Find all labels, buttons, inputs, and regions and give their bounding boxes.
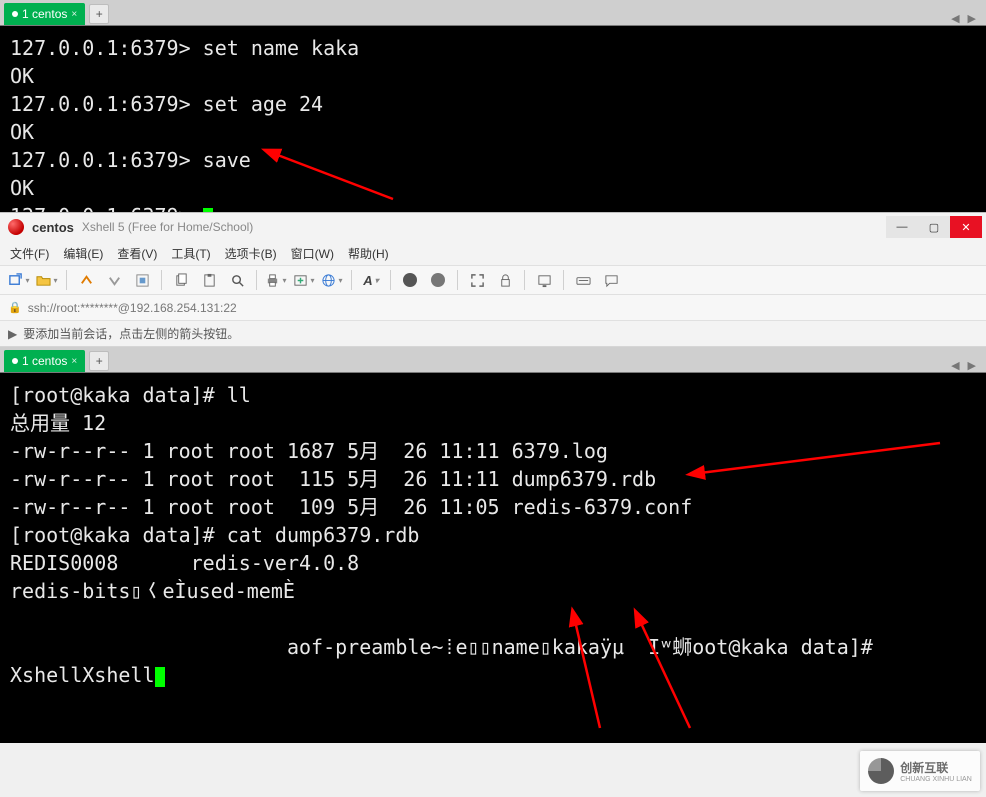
transfer-button[interactable] bbox=[293, 269, 315, 291]
menubar: 文件(F) 编辑(E) 查看(V) 工具(T) 选项卡(B) 窗口(W) 帮助(… bbox=[0, 241, 986, 265]
menu-view[interactable]: 查看(V) bbox=[117, 245, 157, 262]
terminal-top[interactable]: 127.0.0.1:6379> set name kaka OK 127.0.0… bbox=[0, 26, 986, 212]
info-text: 要添加当前会话，点击左侧的箭头按钮。 bbox=[23, 325, 239, 342]
reconnect-button[interactable] bbox=[75, 269, 97, 291]
terminal-bottom[interactable]: [root@kaka data]# ll 总用量 12 -rw-r--r-- 1… bbox=[0, 373, 986, 743]
font-button[interactable]: A bbox=[360, 269, 382, 291]
term-line: 总用量 12 bbox=[10, 411, 106, 435]
new-session-button[interactable] bbox=[8, 269, 30, 291]
toolbar: A bbox=[0, 265, 986, 295]
disconnect-button[interactable] bbox=[103, 269, 125, 291]
menu-window[interactable]: 窗口(W) bbox=[291, 245, 334, 262]
color2-button[interactable] bbox=[427, 269, 449, 291]
term-line: -rw-r--r-- 1 root root 109 5月 26 11:05 r… bbox=[10, 495, 692, 519]
tab-status-dot bbox=[12, 358, 18, 364]
print-button[interactable] bbox=[265, 269, 287, 291]
menu-help[interactable]: 帮助(H) bbox=[348, 245, 389, 262]
info-bar: ▶ 要添加当前会话，点击左侧的箭头按钮。 bbox=[0, 321, 986, 347]
term-line: OK bbox=[10, 64, 34, 88]
new-tab-button-bottom[interactable]: + bbox=[89, 351, 109, 371]
plus-icon: + bbox=[96, 7, 103, 21]
screen-button[interactable] bbox=[533, 269, 555, 291]
maximize-icon: ▢ bbox=[929, 221, 939, 234]
close-button[interactable]: ✕ bbox=[950, 216, 982, 238]
toolbar-sep bbox=[390, 270, 391, 290]
term-line: 127.0.0.1:6379> set name kaka bbox=[10, 36, 359, 60]
tab-label: 1 centos bbox=[22, 7, 67, 21]
term-line: [root@kaka data]# cat dump6379.rdb bbox=[10, 523, 419, 547]
term-line: [root@kaka data]# ll bbox=[10, 383, 251, 407]
keyboard-button[interactable] bbox=[572, 269, 594, 291]
tab-close-icon[interactable]: × bbox=[71, 9, 77, 20]
app-icon bbox=[8, 219, 24, 235]
minimize-icon: — bbox=[897, 221, 908, 233]
find-button[interactable] bbox=[226, 269, 248, 291]
watermark: 创新互联 CHUANG XINHU LIAN bbox=[860, 751, 980, 791]
term-line: 127.0.0.1:6379> save bbox=[10, 148, 251, 172]
close-icon: ✕ bbox=[961, 221, 970, 234]
tab-close-icon[interactable]: × bbox=[71, 356, 77, 367]
lock-icon: 🔒 bbox=[8, 301, 22, 314]
tab-centos-bottom[interactable]: 1 centos × bbox=[4, 350, 85, 372]
term-line: redis-bits▯𡿨eÌused-memÈ bbox=[10, 579, 295, 603]
new-tab-button-top[interactable]: + bbox=[89, 4, 109, 24]
toolbar-sep bbox=[563, 270, 564, 290]
address-text[interactable]: ssh://root:********@192.168.254.131:22 bbox=[28, 301, 978, 315]
tabbar-nav: ◀ ▶ bbox=[951, 12, 986, 25]
nav-right-icon[interactable]: ▶ bbox=[968, 12, 976, 25]
toolbar-sep bbox=[161, 270, 162, 290]
menu-tools[interactable]: 工具(T) bbox=[171, 245, 210, 262]
titlebar[interactable]: centos Xshell 5 (Free for Home/School) —… bbox=[0, 213, 986, 241]
toolbar-sep bbox=[524, 270, 525, 290]
toolbar-sep bbox=[457, 270, 458, 290]
tab-status-dot bbox=[12, 11, 18, 17]
chat-button[interactable] bbox=[600, 269, 622, 291]
minimize-button[interactable]: — bbox=[886, 216, 918, 238]
watermark-logo-icon bbox=[868, 758, 894, 784]
term-line: aof-preamble~⁞e▯▯name▯kakaÿµ Iʷ蛳oot@kaka… bbox=[10, 635, 873, 659]
nav-left-icon[interactable]: ◀ bbox=[951, 359, 959, 372]
cursor-icon bbox=[155, 667, 165, 687]
tabbar-nav: ◀ ▶ bbox=[951, 359, 986, 372]
cursor-icon bbox=[203, 208, 213, 212]
plus-icon: + bbox=[96, 354, 103, 368]
properties-button[interactable] bbox=[131, 269, 153, 291]
tab-centos-top[interactable]: 1 centos × bbox=[4, 3, 85, 25]
menu-tabs[interactable]: 选项卡(B) bbox=[225, 245, 277, 262]
fullscreen-button[interactable] bbox=[466, 269, 488, 291]
open-session-button[interactable] bbox=[36, 269, 58, 291]
toolbar-sep bbox=[66, 270, 67, 290]
term-line: OK bbox=[10, 120, 34, 144]
menu-edit[interactable]: 编辑(E) bbox=[63, 245, 103, 262]
term-line: OK bbox=[10, 176, 34, 200]
copy-button[interactable] bbox=[170, 269, 192, 291]
menu-file[interactable]: 文件(F) bbox=[10, 245, 49, 262]
term-line: REDIS0008 redis-ver4.0.8 bbox=[10, 551, 359, 575]
tabbar-top: 1 centos × + ◀ ▶ bbox=[0, 0, 986, 26]
term-line: 127.0.0.1:6379> bbox=[10, 204, 203, 212]
window-subtitle: Xshell 5 (Free for Home/School) bbox=[82, 220, 253, 234]
maximize-button[interactable]: ▢ bbox=[918, 216, 950, 238]
color1-button[interactable] bbox=[399, 269, 421, 291]
watermark-text: 创新互联 CHUANG XINHU LIAN bbox=[900, 759, 972, 783]
flag-icon[interactable]: ▶ bbox=[8, 327, 17, 341]
term-line: -rw-r--r-- 1 root root 115 5月 26 11:11 d… bbox=[10, 467, 656, 491]
window-title: centos bbox=[32, 220, 74, 235]
tabbar-bottom: 1 centos × + ◀ ▶ bbox=[0, 347, 986, 373]
toolbar-sep bbox=[256, 270, 257, 290]
tab-label: 1 centos bbox=[22, 354, 67, 368]
window-buttons: — ▢ ✕ bbox=[886, 216, 982, 238]
term-line: -rw-r--r-- 1 root root 1687 5月 26 11:11 … bbox=[10, 439, 608, 463]
nav-right-icon[interactable]: ▶ bbox=[968, 359, 976, 372]
term-line: XshellXshell bbox=[10, 663, 155, 687]
toolbar-sep bbox=[351, 270, 352, 290]
term-line: 127.0.0.1:6379> set age 24 bbox=[10, 92, 323, 116]
addressbar: 🔒 ssh://root:********@192.168.254.131:22 bbox=[0, 295, 986, 321]
paste-button[interactable] bbox=[198, 269, 220, 291]
globe-button[interactable] bbox=[321, 269, 343, 291]
nav-left-icon[interactable]: ◀ bbox=[951, 12, 959, 25]
lock-button[interactable] bbox=[494, 269, 516, 291]
xshell-window: centos Xshell 5 (Free for Home/School) —… bbox=[0, 212, 986, 347]
